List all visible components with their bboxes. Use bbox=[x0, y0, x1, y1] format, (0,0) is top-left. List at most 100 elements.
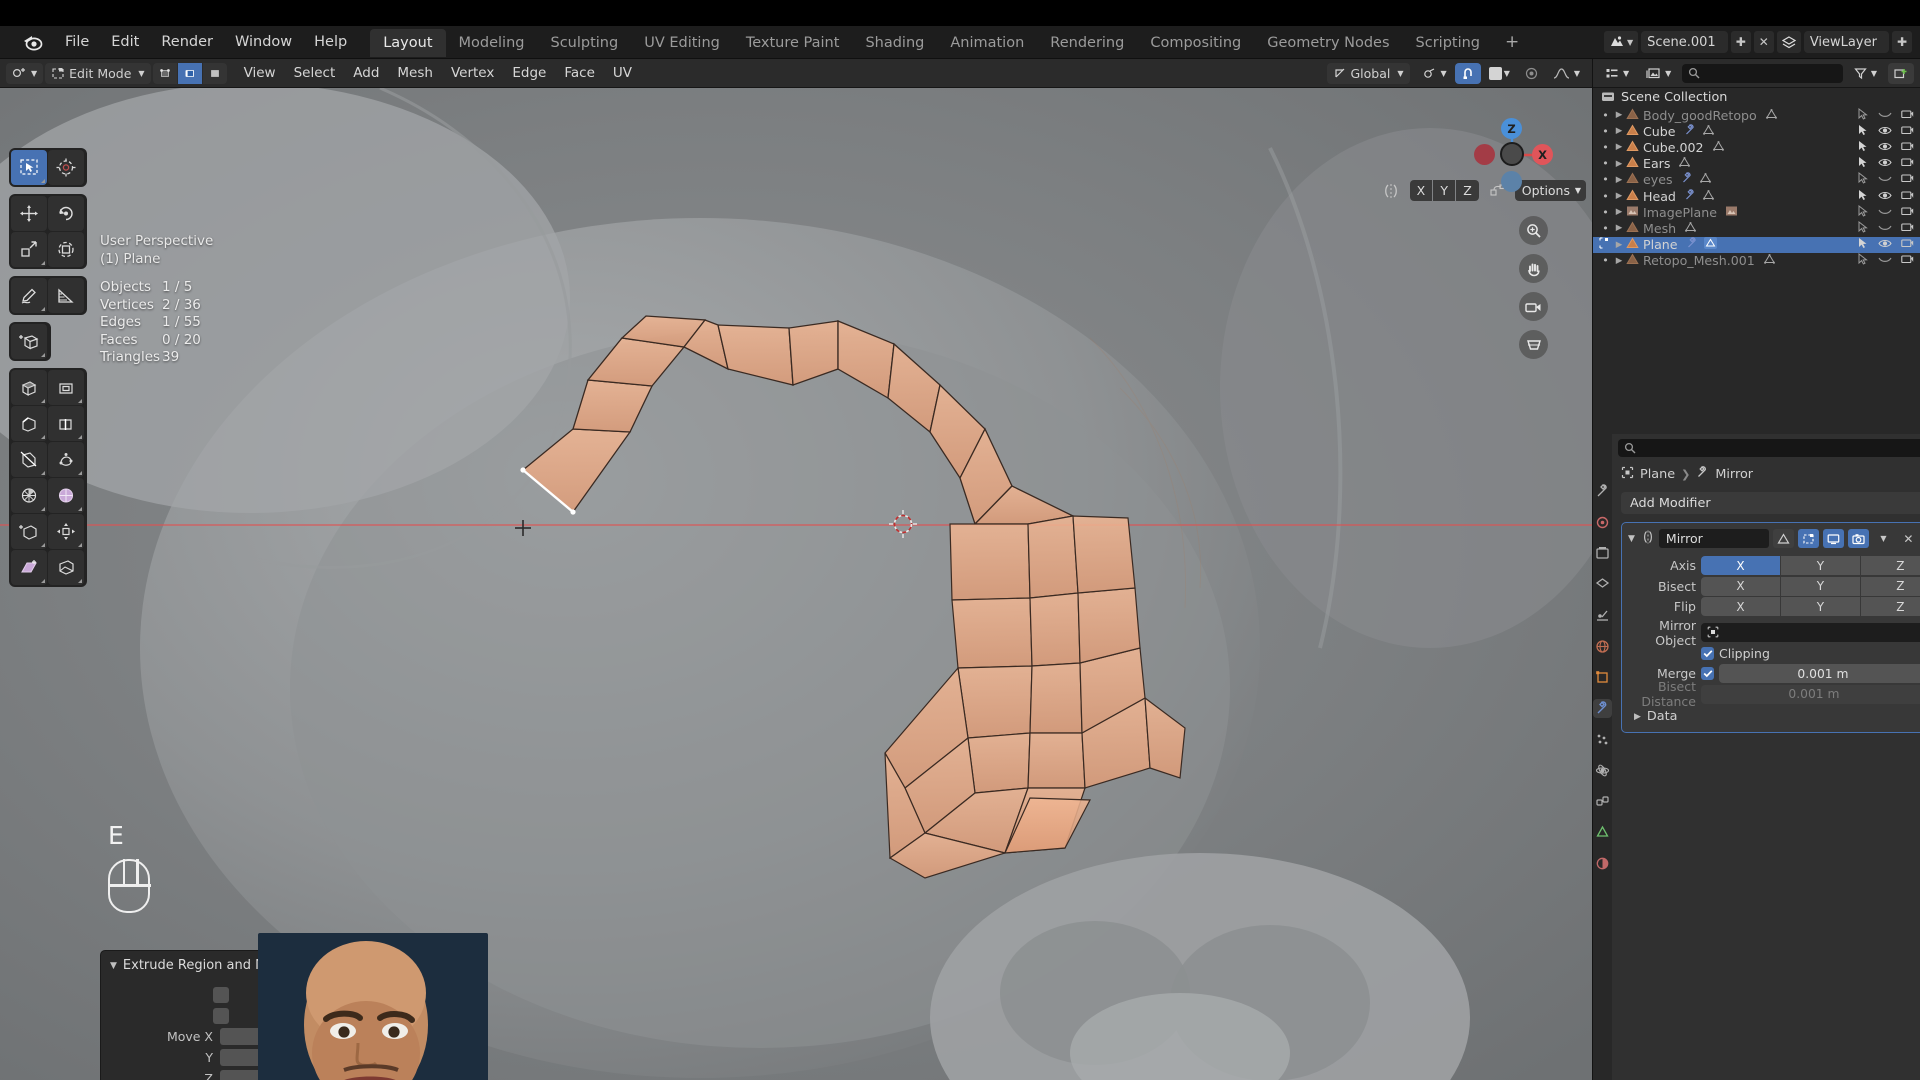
editor-type-button[interactable]: ▼ bbox=[6, 62, 44, 84]
bisect-z-button[interactable]: Z bbox=[1860, 576, 1920, 596]
axis-z-button[interactable]: Z bbox=[1860, 556, 1920, 575]
gizmo-axis-x[interactable]: X bbox=[1532, 144, 1553, 165]
viewport-menu-uv[interactable]: UV bbox=[604, 62, 641, 84]
blender-logo-icon[interactable] bbox=[22, 32, 44, 52]
modifier-extras-menu-icon[interactable]: ▼ bbox=[1873, 529, 1894, 548]
modifier-icon[interactable] bbox=[1686, 237, 1699, 252]
axis-x-button[interactable]: X bbox=[1701, 556, 1780, 575]
hide-in-viewport-icon[interactable] bbox=[1878, 189, 1892, 204]
proportional-editing-falloff-selector[interactable]: ▼ bbox=[1483, 63, 1516, 84]
navigation-gizmo[interactable]: Z X bbox=[1470, 113, 1554, 197]
outliner-row-body-goodretopo[interactable]: • ▶ Body_goodRetopo bbox=[1593, 107, 1920, 123]
bisect-x-button[interactable]: X bbox=[1701, 576, 1780, 596]
breadcrumb-object-name[interactable]: Plane bbox=[1640, 467, 1675, 482]
mesh-data-icon[interactable] bbox=[1684, 221, 1697, 236]
tool-bevel[interactable] bbox=[11, 406, 47, 441]
unlink-scene-button[interactable]: ✕ bbox=[1753, 31, 1774, 53]
workspace-tab-texture-paint[interactable]: Texture Paint bbox=[733, 29, 853, 57]
tool-cursor[interactable] bbox=[48, 150, 84, 185]
workspace-tab-modeling[interactable]: Modeling bbox=[446, 29, 538, 57]
tool-annotate[interactable] bbox=[11, 278, 47, 313]
workspace-tab-sculpting[interactable]: Sculpting bbox=[537, 29, 631, 57]
tab-constraints[interactable] bbox=[1593, 792, 1612, 811]
expand-toggle-icon[interactable]: ▶ bbox=[1612, 110, 1626, 120]
restrict-viewport-select-icon[interactable] bbox=[1857, 156, 1869, 171]
disable-in-renders-icon[interactable] bbox=[1901, 189, 1914, 204]
proportional-editing-toggle[interactable] bbox=[1518, 63, 1545, 84]
image-data-icon[interactable] bbox=[1725, 205, 1738, 220]
realtime-display-toggle-icon[interactable] bbox=[1822, 529, 1844, 548]
restrict-select-icon[interactable]: • bbox=[1599, 254, 1612, 267]
proportional-falloff-curve-icon[interactable]: ▼ bbox=[1547, 63, 1586, 84]
mirror-axis-x-button[interactable]: X bbox=[1409, 180, 1433, 201]
modifier-icon[interactable] bbox=[1684, 124, 1697, 139]
on-cage-toggle-icon[interactable] bbox=[1772, 529, 1794, 548]
restrict-viewport-select-icon[interactable] bbox=[1857, 237, 1869, 252]
restrict-select-icon[interactable]: • bbox=[1599, 109, 1612, 122]
render-display-toggle-icon[interactable] bbox=[1847, 529, 1869, 548]
hide-in-viewport-icon[interactable] bbox=[1878, 108, 1892, 123]
workspace-tab-geometry-nodes[interactable]: Geometry Nodes bbox=[1254, 29, 1402, 57]
tool-add-cube[interactable] bbox=[11, 324, 47, 359]
tool-shrink-fatten[interactable] bbox=[48, 514, 84, 549]
tab-object[interactable] bbox=[1593, 668, 1612, 687]
restrict-select-icon[interactable]: • bbox=[1599, 141, 1612, 154]
pan-hand-icon[interactable] bbox=[1519, 254, 1548, 283]
expand-toggle-icon[interactable]: ▶ bbox=[1612, 240, 1626, 250]
mesh-data-icon[interactable] bbox=[1763, 253, 1776, 268]
interaction-mode-selector[interactable]: Edit Mode ▼ bbox=[45, 62, 151, 84]
tool-extrude-region[interactable] bbox=[11, 370, 47, 405]
outliner-row-retopo-mesh-001[interactable]: • ▶ Retopo_Mesh.001 bbox=[1593, 253, 1920, 269]
gizmo-axis-neg-z[interactable] bbox=[1501, 171, 1522, 192]
workspace-tab-animation[interactable]: Animation bbox=[937, 29, 1037, 57]
new-viewlayer-button[interactable]: ✚ bbox=[1891, 31, 1912, 53]
disable-in-renders-icon[interactable] bbox=[1901, 237, 1914, 252]
tool-move[interactable] bbox=[11, 196, 47, 231]
bisect-y-button[interactable]: Y bbox=[1780, 576, 1860, 596]
viewport-menu-view[interactable]: View bbox=[235, 62, 285, 84]
3d-viewport[interactable]: XYZ Options ▼ Z X User Perspective (1) P… bbox=[0, 88, 1592, 1080]
restrict-viewport-select-icon[interactable] bbox=[1857, 189, 1869, 204]
flip-z-button[interactable]: Z bbox=[1860, 597, 1920, 616]
mirror-object-field[interactable] bbox=[1701, 623, 1920, 642]
disable-in-renders-icon[interactable] bbox=[1901, 172, 1914, 187]
expand-toggle-icon[interactable]: ▶ bbox=[1612, 159, 1626, 169]
tool-edge-slide[interactable] bbox=[11, 514, 47, 549]
tool-shear[interactable] bbox=[11, 550, 47, 585]
outliner-row-eyes[interactable]: • ▶ eyes bbox=[1593, 172, 1920, 188]
hide-in-viewport-icon[interactable] bbox=[1878, 124, 1892, 139]
workspace-tab-compositing[interactable]: Compositing bbox=[1137, 29, 1254, 57]
workspace-tab-layout[interactable]: Layout bbox=[370, 29, 446, 57]
expand-toggle-icon[interactable]: ▶ bbox=[1612, 223, 1626, 233]
tool-loop-cut[interactable] bbox=[48, 406, 84, 441]
expand-toggle-icon[interactable]: ▶ bbox=[1612, 256, 1626, 266]
mesh-data-icon[interactable] bbox=[1702, 124, 1715, 139]
mesh-data-icon[interactable] bbox=[1678, 156, 1691, 171]
properties-search-input[interactable] bbox=[1618, 438, 1920, 457]
hide-in-viewport-icon[interactable] bbox=[1878, 205, 1892, 220]
new-collection-button[interactable] bbox=[1888, 62, 1914, 84]
tool-knife[interactable] bbox=[11, 442, 47, 477]
hide-in-viewport-icon[interactable] bbox=[1878, 140, 1892, 155]
hide-in-viewport-icon[interactable] bbox=[1878, 172, 1892, 187]
outliner-search-input[interactable] bbox=[1682, 63, 1843, 83]
restrict-select-icon[interactable] bbox=[1599, 237, 1612, 252]
mirror-axis-y-button[interactable]: Y bbox=[1433, 180, 1456, 201]
tool-rip-region[interactable] bbox=[48, 550, 84, 585]
mesh-data-icon[interactable] bbox=[1712, 140, 1725, 155]
mesh-data-icon[interactable] bbox=[1702, 189, 1715, 204]
tool-select-box[interactable] bbox=[11, 150, 47, 185]
add-workspace-button[interactable]: + bbox=[1493, 29, 1531, 55]
viewport-menu-select[interactable]: Select bbox=[285, 62, 345, 84]
gizmo-axis-neg-x[interactable] bbox=[1474, 144, 1495, 165]
chevron-down-icon[interactable]: ▼ bbox=[1626, 534, 1637, 544]
camera-view-icon[interactable] bbox=[1519, 292, 1548, 321]
outliner-row-head[interactable]: • ▶ Head bbox=[1593, 188, 1920, 204]
transform-orientation-selector[interactable]: Global ▼ bbox=[1326, 62, 1410, 84]
outliner-row-mesh[interactable]: • ▶ Mesh bbox=[1593, 220, 1920, 236]
outliner-filter-button[interactable]: ▼ bbox=[1848, 63, 1883, 84]
vertex-select-mode-button[interactable] bbox=[152, 62, 177, 84]
flip-x-button[interactable]: X bbox=[1701, 597, 1780, 616]
zoom-icon[interactable] bbox=[1519, 216, 1548, 245]
outliner-row-plane[interactable]: ▶ Plane bbox=[1593, 236, 1920, 253]
